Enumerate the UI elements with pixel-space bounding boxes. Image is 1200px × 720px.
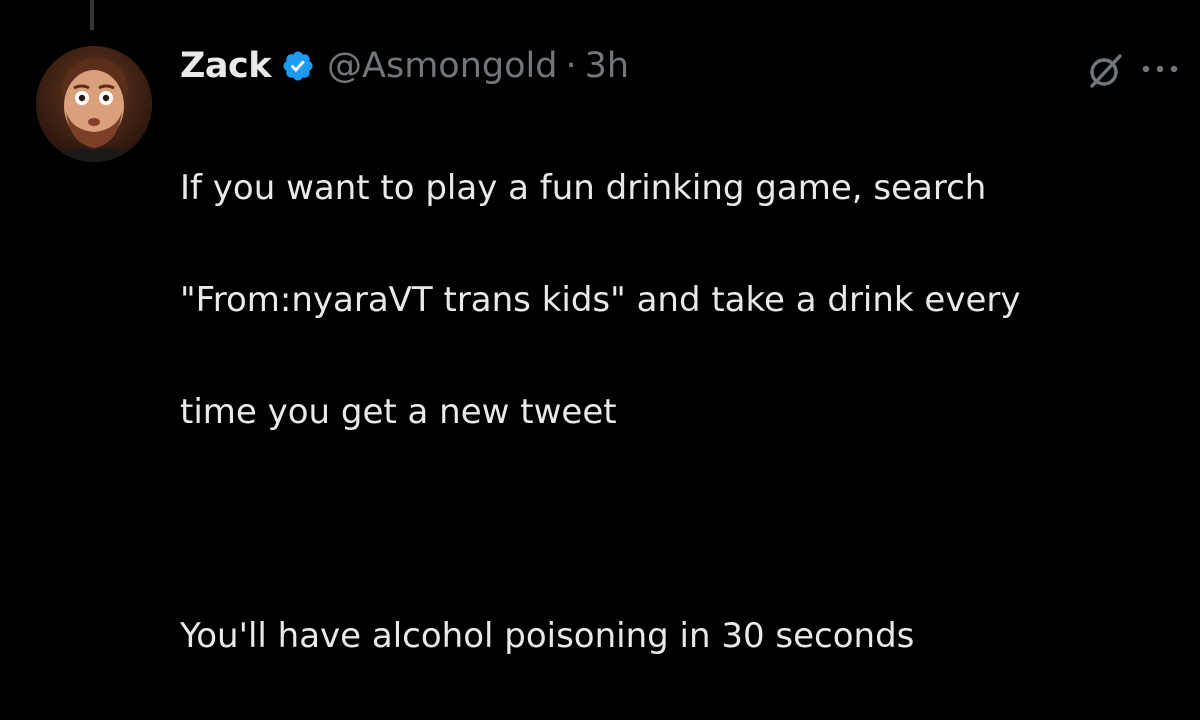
grok-icon[interactable] bbox=[1082, 46, 1130, 94]
avatar[interactable] bbox=[36, 46, 152, 162]
tweet-text-line bbox=[180, 496, 1140, 552]
tweet-header: Zack @Asmongold · 3h bbox=[180, 36, 629, 96]
separator-dot: · bbox=[565, 46, 577, 86]
more-options-icon[interactable] bbox=[1138, 56, 1182, 82]
tweet-text-line: "From:nyaraVT trans kids" and take a dri… bbox=[180, 280, 1021, 320]
tweet-timestamp[interactable]: 3h bbox=[585, 46, 629, 86]
avatar-image bbox=[36, 46, 152, 162]
tweet-text-line: If you want to play a fun drinking game,… bbox=[180, 168, 987, 208]
tweet-text-line: time you get a new tweet bbox=[180, 392, 617, 432]
author-handle[interactable]: @Asmongold bbox=[327, 46, 557, 86]
thread-connector-line bbox=[90, 0, 94, 30]
author-display-name[interactable]: Zack bbox=[180, 46, 272, 86]
tweet-text-line: You'll have alcohol poisoning in 30 seco… bbox=[180, 616, 915, 656]
tweet-text: If you want to play a fun drinking game,… bbox=[180, 104, 1140, 720]
verified-badge-icon bbox=[281, 49, 315, 83]
